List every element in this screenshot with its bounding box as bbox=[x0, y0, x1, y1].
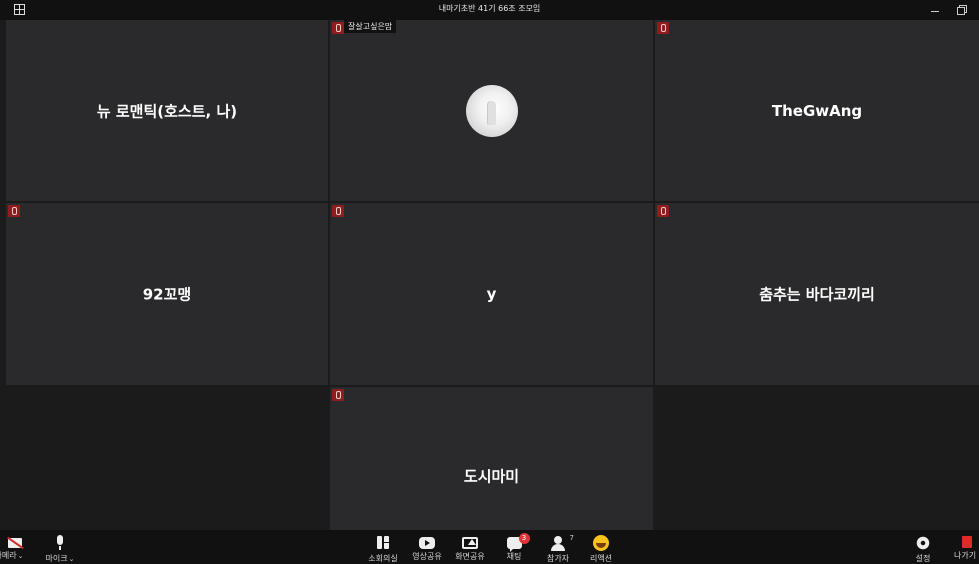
screen-share-button[interactable]: 화면공유 bbox=[451, 530, 489, 564]
participant-tile[interactable]: 잘살고싶은맘 bbox=[330, 20, 653, 201]
chevron-down-icon[interactable]: ⌄ bbox=[69, 555, 75, 563]
gear-icon bbox=[915, 535, 931, 551]
meeting-toolbar: 카메라⌄ 마이크⌄ 소회의실 영상공유 화면공유 3 채팅 7 참가자 리액션 … bbox=[0, 530, 979, 564]
muted-mic-icon bbox=[332, 205, 344, 217]
meeting-title: 내마기초반 41기 66조 조모임 bbox=[438, 4, 541, 13]
participant-tile[interactable]: TheGwAng bbox=[655, 20, 979, 201]
breakout-rooms-icon bbox=[375, 535, 391, 551]
participant-name: 92꼬맹 bbox=[142, 285, 192, 304]
exit-door-icon bbox=[961, 536, 972, 548]
leave-button[interactable]: 나가기 bbox=[954, 530, 979, 564]
camera-label: 카메라 bbox=[0, 551, 17, 560]
participant-tile[interactable]: y bbox=[330, 203, 653, 385]
muted-mic-icon bbox=[332, 22, 344, 34]
leave-label: 나가기 bbox=[954, 551, 977, 560]
chat-unread-badge: 3 bbox=[518, 533, 530, 544]
reactions-button[interactable]: 리액션 bbox=[585, 530, 617, 564]
mic-label: 마이크 bbox=[45, 554, 68, 563]
muted-mic-icon bbox=[332, 389, 344, 401]
participant-name: TheGwAng bbox=[771, 101, 863, 120]
chat-button[interactable]: 3 채팅 bbox=[498, 530, 530, 564]
participant-tile[interactable]: 뉴 로맨틱(호스트, 나) bbox=[6, 20, 328, 201]
participants-count: 7 bbox=[569, 534, 574, 542]
muted-mic-icon bbox=[657, 205, 669, 217]
breakout-rooms-button[interactable]: 소회의실 bbox=[364, 530, 402, 564]
muted-mic-icon bbox=[8, 205, 20, 217]
camera-off-icon bbox=[8, 538, 22, 548]
person-icon: 7 bbox=[550, 534, 574, 551]
minimize-icon[interactable] bbox=[928, 2, 942, 16]
participants-label: 참가자 bbox=[546, 554, 570, 563]
participant-tile[interactable]: 92꼬맹 bbox=[6, 203, 328, 385]
participant-tile[interactable]: 도시마미 bbox=[330, 387, 653, 530]
screen-share-icon bbox=[462, 537, 478, 549]
settings-label: 설정 bbox=[915, 554, 931, 563]
mic-button[interactable]: 마이크⌄ bbox=[42, 530, 78, 564]
breakout-label: 소회의실 bbox=[368, 554, 398, 563]
reactions-label: 리액션 bbox=[589, 554, 613, 563]
video-share-label: 영상공유 bbox=[412, 552, 442, 561]
photo-avatar bbox=[465, 84, 518, 137]
title-bar: 내마기초반 41기 66조 조모임 bbox=[0, 0, 979, 20]
microphone-icon bbox=[52, 535, 68, 551]
participant-name: 춤추는 바다코끼리 bbox=[759, 285, 875, 304]
screen-share-label: 화면공유 bbox=[455, 552, 485, 561]
chat-label: 채팅 bbox=[506, 552, 522, 561]
camera-button[interactable]: 카메라⌄ bbox=[0, 530, 30, 564]
muted-mic-icon bbox=[657, 22, 669, 34]
settings-button[interactable]: 설정 bbox=[908, 530, 938, 564]
participant-name: 도시마미 bbox=[463, 467, 520, 486]
chat-bubble-icon: 3 bbox=[506, 533, 530, 552]
participants-button[interactable]: 7 참가자 bbox=[541, 530, 575, 564]
participant-name-chip: 잘살고싶은맘 bbox=[344, 20, 397, 33]
restore-window-icon[interactable] bbox=[955, 2, 969, 16]
smiley-face-icon bbox=[593, 535, 609, 551]
chevron-down-icon[interactable]: ⌄ bbox=[18, 552, 24, 560]
participant-name: y bbox=[486, 285, 497, 303]
video-gallery: 뉴 로맨틱(호스트, 나) 잘살고싶은맘 TheGwAng 92꼬맹 y 춤추는… bbox=[0, 20, 979, 530]
video-share-button[interactable]: 영상공유 bbox=[408, 530, 446, 564]
participant-tile[interactable]: 춤추는 바다코끼리 bbox=[655, 203, 979, 385]
video-play-icon bbox=[419, 537, 435, 549]
participant-name: 뉴 로맨틱(호스트, 나) bbox=[96, 102, 238, 120]
